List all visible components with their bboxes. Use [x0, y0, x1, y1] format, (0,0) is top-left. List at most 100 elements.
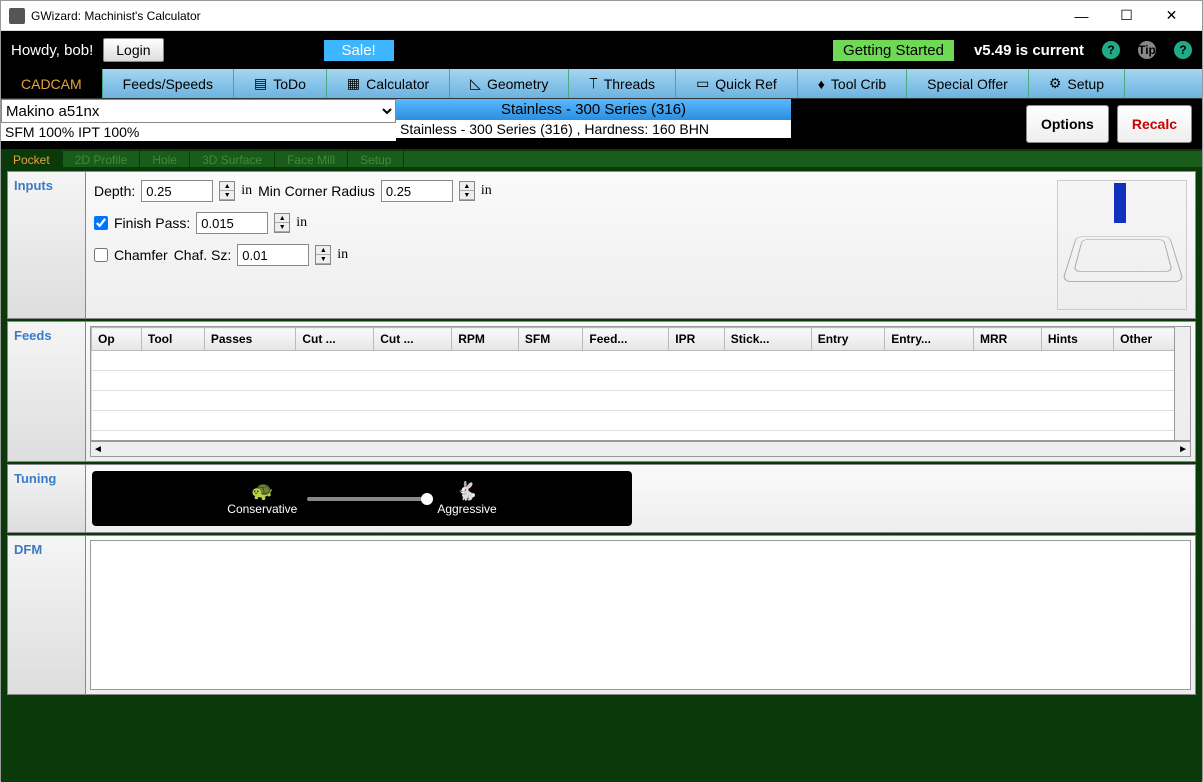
tab-feeds-speeds[interactable]: Feeds/Speeds: [103, 69, 234, 98]
getting-started-badge[interactable]: Getting Started: [833, 40, 954, 61]
header-bar: Howdy, bob! Login Sale! Getting Started …: [1, 31, 1202, 69]
col-entry-[interactable]: Entry...: [885, 328, 974, 351]
col-hints[interactable]: Hints: [1041, 328, 1113, 351]
rabbit-icon: 🐇: [437, 481, 496, 502]
minitab-3d-surface[interactable]: 3D Surface: [190, 151, 275, 167]
table-row: [92, 391, 1190, 411]
dfm-output: [90, 540, 1191, 690]
col-rpm[interactable]: RPM: [452, 328, 519, 351]
col-op[interactable]: Op: [92, 328, 142, 351]
minitab-pocket[interactable]: Pocket: [1, 151, 63, 167]
col-feed-[interactable]: Feed...: [583, 328, 669, 351]
login-button[interactable]: Login: [103, 38, 163, 62]
tab-setup[interactable]: ⚙Setup: [1029, 69, 1125, 98]
minitab-hole[interactable]: Hole: [140, 151, 190, 167]
corner-unit: in: [481, 183, 492, 199]
col-mrr[interactable]: MRR: [974, 328, 1042, 351]
feeds-label: Feeds: [8, 322, 86, 461]
feeds-panel: Feeds OpToolPassesCut ...Cut ...RPMSFMFe…: [7, 321, 1196, 462]
minitab-face-mill[interactable]: Face Mill: [275, 151, 348, 167]
material-selector[interactable]: Stainless - 300 Series (316): [396, 99, 791, 120]
col-cut-[interactable]: Cut ...: [374, 328, 452, 351]
tab-quickref[interactable]: ▭Quick Ref: [676, 69, 798, 98]
tuning-panel: Tuning 🐢 Conservative 🐇 Aggressive: [7, 464, 1196, 533]
feeds-table[interactable]: OpToolPassesCut ...Cut ...RPMSFMFeed...I…: [91, 327, 1190, 441]
col-passes[interactable]: Passes: [204, 328, 295, 351]
table-row: [92, 431, 1190, 442]
corner-input[interactable]: [381, 180, 453, 202]
threads-icon: ⟙: [589, 75, 597, 92]
sale-button[interactable]: Sale!: [324, 40, 394, 61]
corner-spinner[interactable]: ▲▼: [459, 181, 475, 201]
main-area: Inputs Depth: ▲▼ in Min Corner Radius ▲▼…: [1, 171, 1202, 782]
tab-todo[interactable]: ▤ToDo: [234, 69, 327, 98]
recalc-button[interactable]: Recalc: [1117, 105, 1192, 143]
depth-label: Depth:: [94, 183, 135, 199]
inputs-label: Inputs: [8, 172, 86, 318]
tuning-slider[interactable]: [307, 497, 427, 501]
dfm-label: DFM: [8, 536, 86, 694]
close-button[interactable]: ✕: [1149, 2, 1194, 30]
tip-icon[interactable]: Tip: [1138, 41, 1156, 59]
col-sfm[interactable]: SFM: [518, 328, 583, 351]
minimize-button[interactable]: —: [1059, 2, 1104, 30]
aggressive-label: Aggressive: [437, 502, 496, 516]
chamfer-input[interactable]: [237, 244, 309, 266]
corner-label: Min Corner Radius: [258, 183, 375, 199]
chamfer-label: Chamfer: [114, 247, 168, 263]
options-button[interactable]: Options: [1026, 105, 1109, 143]
geometry-icon: ◺: [470, 75, 481, 92]
chamfer-unit: in: [337, 247, 348, 263]
tool-icon: ♦: [818, 76, 825, 92]
main-nav: CADCAM Feeds/Speeds ▤ToDo ▦Calculator ◺G…: [1, 69, 1202, 99]
tab-cadcam[interactable]: CADCAM: [1, 69, 103, 98]
help-icon[interactable]: ?: [1102, 41, 1120, 59]
col-tool[interactable]: Tool: [141, 328, 204, 351]
table-row: [92, 371, 1190, 391]
greeting-text: Howdy, bob!: [11, 42, 93, 59]
depth-spinner[interactable]: ▲▼: [219, 181, 235, 201]
material-detail: Stainless - 300 Series (316) , Hardness:…: [396, 120, 791, 138]
dfm-panel: DFM: [7, 535, 1196, 695]
depth-input[interactable]: [141, 180, 213, 202]
conservative-label: Conservative: [227, 502, 297, 516]
window-title: GWizard: Machinist's Calculator: [31, 9, 1059, 23]
machine-overrides: SFM 100% IPT 100%: [1, 123, 396, 141]
turtle-icon: 🐢: [227, 481, 297, 502]
feature-tabs: Pocket 2D Profile Hole 3D Surface Face M…: [1, 149, 1202, 171]
tab-toolcrib[interactable]: ♦Tool Crib: [798, 69, 907, 98]
maximize-button[interactable]: ☐: [1104, 2, 1149, 30]
inputs-panel: Inputs Depth: ▲▼ in Min Corner Radius ▲▼…: [7, 171, 1196, 319]
gear-icon: ⚙: [1049, 75, 1062, 92]
tab-calculator[interactable]: ▦Calculator: [327, 69, 450, 98]
col-entry[interactable]: Entry: [811, 328, 884, 351]
horizontal-scrollbar[interactable]: ◄►: [90, 441, 1191, 457]
finish-spinner[interactable]: ▲▼: [274, 213, 290, 233]
window-titlebar: GWizard: Machinist's Calculator — ☐ ✕: [1, 1, 1202, 31]
slider-thumb[interactable]: [421, 493, 433, 505]
col-cut-[interactable]: Cut ...: [296, 328, 374, 351]
finish-input[interactable]: [196, 212, 268, 234]
machine-select[interactable]: Makino a51nx: [1, 99, 396, 123]
tuning-slider-box: 🐢 Conservative 🐇 Aggressive: [92, 471, 632, 526]
machine-row: Makino a51nx SFM 100% IPT 100% Stainless…: [1, 99, 1202, 149]
chamfer-size-label: Chaf. Sz:: [174, 247, 232, 263]
tab-special-offer[interactable]: Special Offer: [907, 69, 1029, 98]
chamfer-checkbox[interactable]: [94, 248, 108, 262]
chamfer-spinner[interactable]: ▲▼: [315, 245, 331, 265]
operation-preview: [1057, 180, 1187, 310]
vertical-scrollbar[interactable]: [1174, 327, 1190, 440]
col-ipr[interactable]: IPR: [669, 328, 725, 351]
book-icon: ▭: [696, 75, 709, 92]
finish-pass-checkbox[interactable]: [94, 216, 108, 230]
minitab-setup[interactable]: Setup: [348, 151, 404, 167]
tab-threads[interactable]: ⟙Threads: [569, 69, 676, 98]
finish-unit: in: [296, 215, 307, 231]
minitab-2d-profile[interactable]: 2D Profile: [63, 151, 141, 167]
info-icon[interactable]: ?: [1174, 41, 1192, 59]
col-stick-[interactable]: Stick...: [724, 328, 811, 351]
app-icon: [9, 8, 25, 24]
list-icon: ▤: [254, 75, 267, 92]
tuning-label: Tuning: [8, 465, 86, 532]
tab-geometry[interactable]: ◺Geometry: [450, 69, 569, 98]
